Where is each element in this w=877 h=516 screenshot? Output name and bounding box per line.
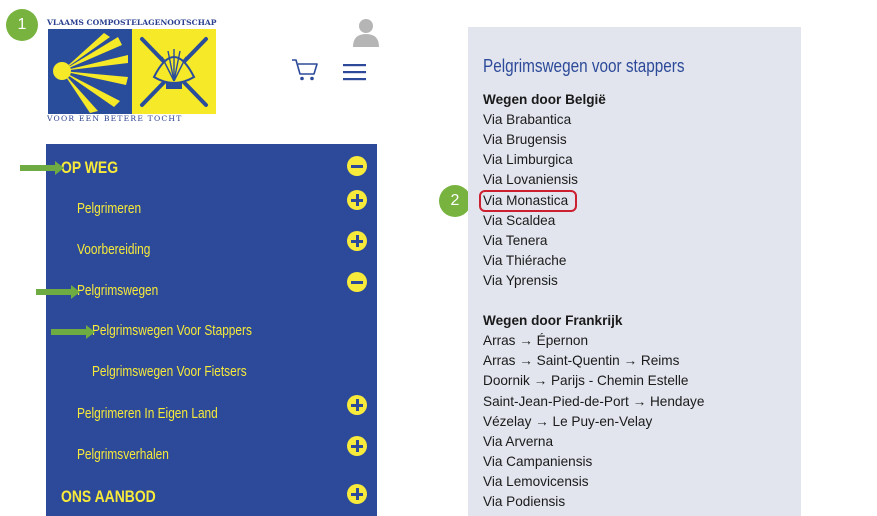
nav-item-label: Voorbereiding — [77, 242, 151, 258]
nav-item-pelgrimeren-in-eigen-land[interactable]: Pelgrimeren In Eigen Land — [46, 395, 377, 430]
nav-item-label: Pelgrimeren In Eigen Land — [77, 406, 218, 422]
nav-item-ons-aanbod[interactable]: ONS AANBOD — [46, 482, 377, 512]
panel-title: Pelgrimswegen voor stappers — [483, 56, 685, 76]
route-link[interactable]: Vézelay → Le Puy-en-Velay — [483, 414, 652, 429]
nav-item-pelgrimswegen[interactable]: Pelgrimswegen — [46, 272, 377, 307]
collapse-icon[interactable] — [347, 156, 367, 176]
nav-item-label: Pelgrimswegen — [77, 283, 159, 299]
nav-item-voorbereiding[interactable]: Voorbereiding — [46, 231, 377, 266]
route-link[interactable]: Via Podiensis — [483, 494, 565, 509]
site-logo[interactable]: VLAAMS COMPOSTELAGENOOTSCHAP VOOR EEN BE… — [47, 18, 217, 128]
nav-item-label: Pelgrimsverhalen — [77, 447, 169, 463]
logo-bottom-text: VOOR EEN BETERE TOCHT — [47, 114, 183, 123]
highlight-box — [479, 190, 577, 212]
menu-icon[interactable] — [343, 63, 367, 81]
section-heading-frankrijk: Wegen door Frankrijk — [483, 313, 623, 328]
route-link[interactable]: Arras → Saint-Quentin → Reims — [483, 353, 679, 368]
nav-item-pelgrimeren[interactable]: Pelgrimeren — [46, 190, 377, 225]
route-link[interactable]: Doornik → Parijs - Chemin Estelle — [483, 373, 688, 388]
expand-icon[interactable] — [347, 395, 367, 415]
logo-top-text: VLAAMS COMPOSTELAGENOOTSCHAP — [47, 18, 217, 27]
section-heading-belgie: Wegen door België — [483, 92, 606, 107]
content-panel: Pelgrimswegen voor stappers Wegen door B… — [468, 27, 801, 516]
route-link[interactable]: Via Brabantica — [483, 112, 571, 127]
nav-item-label: OP WEG — [61, 158, 119, 177]
expand-icon[interactable] — [347, 231, 367, 251]
scallop-shell-emblem — [48, 29, 216, 114]
route-link[interactable]: Via Lemovicensis — [483, 474, 589, 489]
nav-item-pelgrimswegen-voor-stappers[interactable]: Pelgrimswegen Voor Stappers — [46, 318, 377, 348]
arrow-icon — [51, 325, 95, 339]
route-link[interactable]: Via Arverna — [483, 434, 553, 449]
nav-item-op-weg[interactable]: OP WEG — [46, 153, 377, 183]
side-navigation: OP WEG Pelgrimeren Voorbereiding Pelgrim… — [46, 144, 377, 516]
route-link[interactable]: Via Thiérache — [483, 253, 566, 268]
expand-icon[interactable] — [347, 484, 367, 504]
user-icon[interactable] — [352, 17, 380, 47]
nav-item-pelgrimswegen-voor-fietsers[interactable]: Pelgrimswegen Voor Fietsers — [46, 359, 377, 389]
route-link[interactable]: Via Limburgica — [483, 152, 573, 167]
expand-icon[interactable] — [347, 436, 367, 456]
nav-item-label: Pelgrimswegen Voor Stappers — [92, 323, 252, 339]
step-badge-2: 2 — [439, 185, 471, 217]
arrow-icon — [20, 161, 64, 175]
arrow-icon — [36, 285, 80, 299]
route-link[interactable]: Via Lovaniensis — [483, 172, 578, 187]
route-link[interactable]: Saint-Jean-Pied-de-Port → Hendaye — [483, 394, 704, 409]
route-link[interactable]: Via Yprensis — [483, 273, 558, 288]
route-link[interactable]: Via Tenera — [483, 233, 548, 248]
cart-icon[interactable] — [291, 58, 319, 82]
route-link[interactable]: Via Scaldea — [483, 213, 555, 228]
expand-icon[interactable] — [347, 190, 367, 210]
route-link[interactable]: Arras → Épernon — [483, 333, 588, 348]
nav-item-label: Pelgrimeren — [77, 201, 142, 217]
nav-item-label: Pelgrimswegen Voor Fietsers — [92, 364, 247, 380]
nav-item-label: ONS AANBOD — [61, 487, 156, 506]
collapse-icon[interactable] — [347, 272, 367, 292]
nav-item-pelgrimsverhalen[interactable]: Pelgrimsverhalen — [46, 436, 377, 471]
route-link[interactable]: Via Campaniensis — [483, 454, 592, 469]
step-badge-1: 1 — [6, 9, 38, 41]
route-link[interactable]: Via Brugensis — [483, 132, 567, 147]
